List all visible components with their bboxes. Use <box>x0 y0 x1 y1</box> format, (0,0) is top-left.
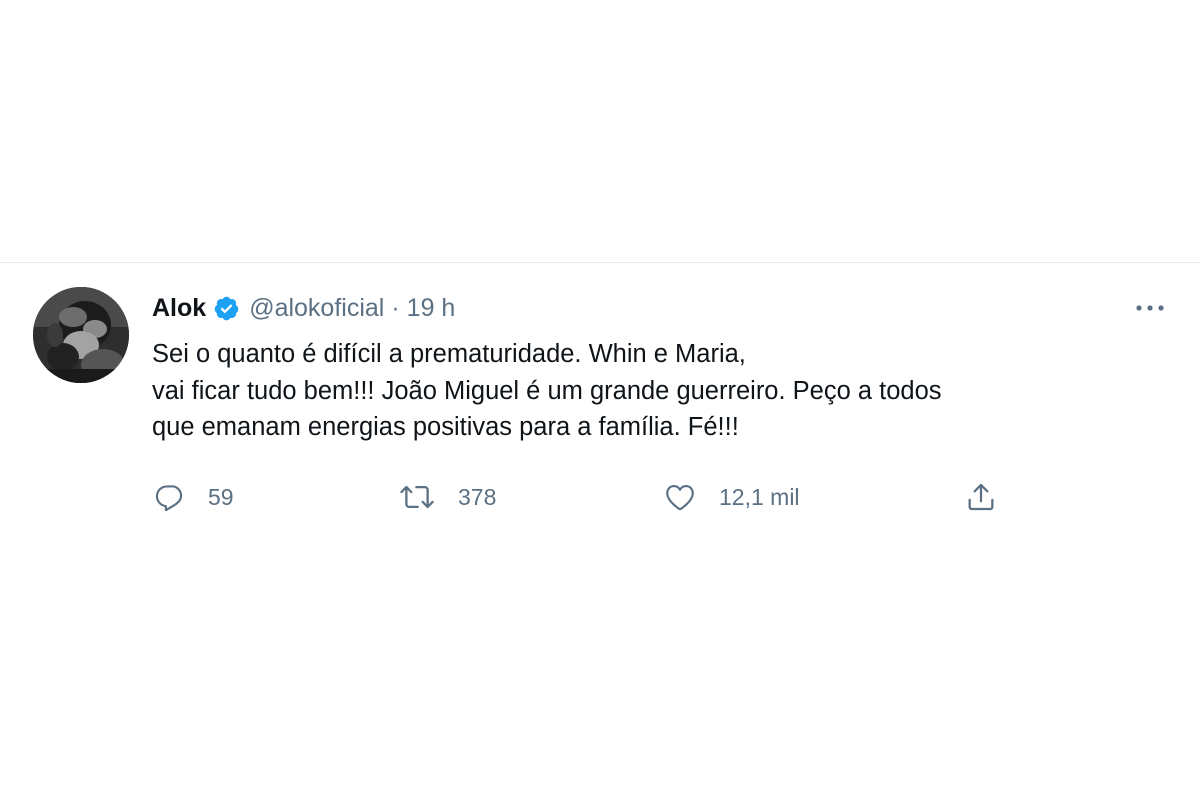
tweet-actions: 59 378 12,1 mil <box>152 478 1032 516</box>
tweet-header: Alok @alokoficial · 19 h <box>152 291 455 325</box>
tweet-text-line: vai ficar tudo bem!!! João Miguel é um g… <box>152 376 942 405</box>
reply-button[interactable]: 59 <box>152 478 234 516</box>
share-icon <box>964 480 998 514</box>
retweet-icon <box>398 480 436 514</box>
heart-icon <box>663 480 697 514</box>
reply-icon <box>152 480 186 514</box>
share-button[interactable] <box>964 478 998 516</box>
tweet-text-line: que emanam energias positivas para a fam… <box>152 413 739 441</box>
tweet-card[interactable]: Alok @alokoficial · 19 h Sei o quanto é … <box>0 263 1200 543</box>
more-options-button[interactable] <box>1130 293 1170 323</box>
tweet-text-line: Sei o quanto é difícil a prematuridade. … <box>152 340 746 368</box>
author-handle[interactable]: @alokoficial <box>249 294 384 323</box>
tweet-text: Sei o quanto é difícil a prematuridade. … <box>152 336 1152 446</box>
like-count: 12,1 mil <box>719 483 800 510</box>
like-button[interactable]: 12,1 mil <box>663 478 800 516</box>
retweet-count: 378 <box>458 483 497 510</box>
author-name[interactable]: Alok <box>152 294 206 323</box>
more-horizontal-icon <box>1135 304 1165 312</box>
verified-badge-icon <box>213 295 240 322</box>
retweet-button[interactable]: 378 <box>398 478 496 516</box>
tweet-timestamp[interactable]: 19 h <box>407 294 456 323</box>
reply-count: 59 <box>208 483 234 510</box>
avatar[interactable] <box>33 287 129 383</box>
avatar-photo <box>33 287 129 383</box>
page: Alok @alokoficial · 19 h Sei o quanto é … <box>0 0 1200 800</box>
header-separator: · <box>391 293 400 322</box>
